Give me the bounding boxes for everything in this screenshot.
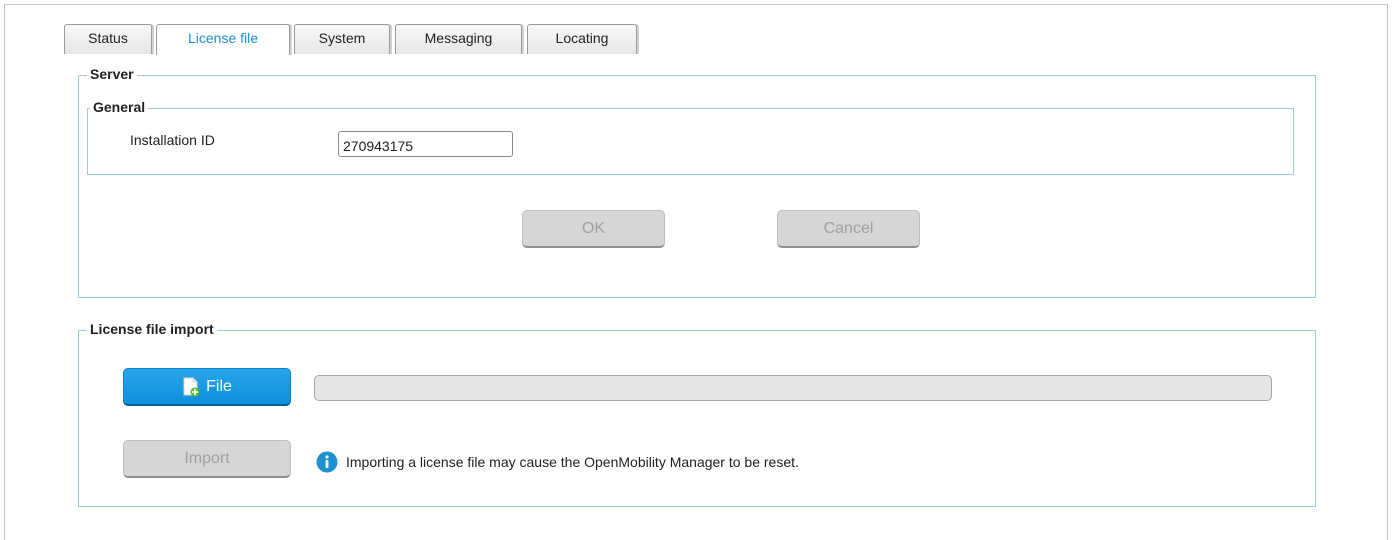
- import-button-label: Import: [184, 449, 230, 467]
- file-button[interactable]: File: [123, 368, 291, 406]
- tab-label: Messaging: [424, 30, 493, 46]
- installation-id-label: Installation ID: [130, 132, 215, 148]
- upload-progress-bar: [314, 375, 1272, 401]
- file-button-label: File: [206, 377, 232, 395]
- tab-messaging[interactable]: Messaging: [395, 24, 522, 54]
- tab-label: System: [318, 30, 366, 46]
- import-info-message: Importing a license file may cause the O…: [316, 451, 799, 473]
- installation-id-field[interactable]: [338, 131, 513, 157]
- ok-button-label: OK: [581, 219, 606, 237]
- license-import-legend: License file import: [87, 321, 217, 337]
- server-legend: Server: [87, 66, 137, 82]
- cancel-button-label: Cancel: [823, 219, 874, 237]
- import-button[interactable]: Import: [123, 440, 291, 478]
- general-group: General: [87, 99, 1294, 175]
- general-legend: General: [90, 99, 149, 115]
- tab-license-file[interactable]: License file: [156, 24, 290, 55]
- tab-label: Status: [88, 30, 128, 46]
- license-import-group: License file import: [78, 321, 1316, 507]
- tab-locating[interactable]: Locating: [527, 24, 637, 54]
- info-text: Importing a license file may cause the O…: [346, 454, 799, 470]
- tab-status[interactable]: Status: [64, 24, 152, 54]
- cancel-button[interactable]: Cancel: [777, 210, 920, 248]
- file-add-icon: [183, 377, 200, 396]
- tab-system[interactable]: System: [294, 24, 390, 54]
- tab-label: License file: [187, 30, 259, 46]
- info-icon: [316, 451, 338, 473]
- tab-label: Locating: [555, 30, 609, 46]
- ok-button[interactable]: OK: [522, 210, 665, 248]
